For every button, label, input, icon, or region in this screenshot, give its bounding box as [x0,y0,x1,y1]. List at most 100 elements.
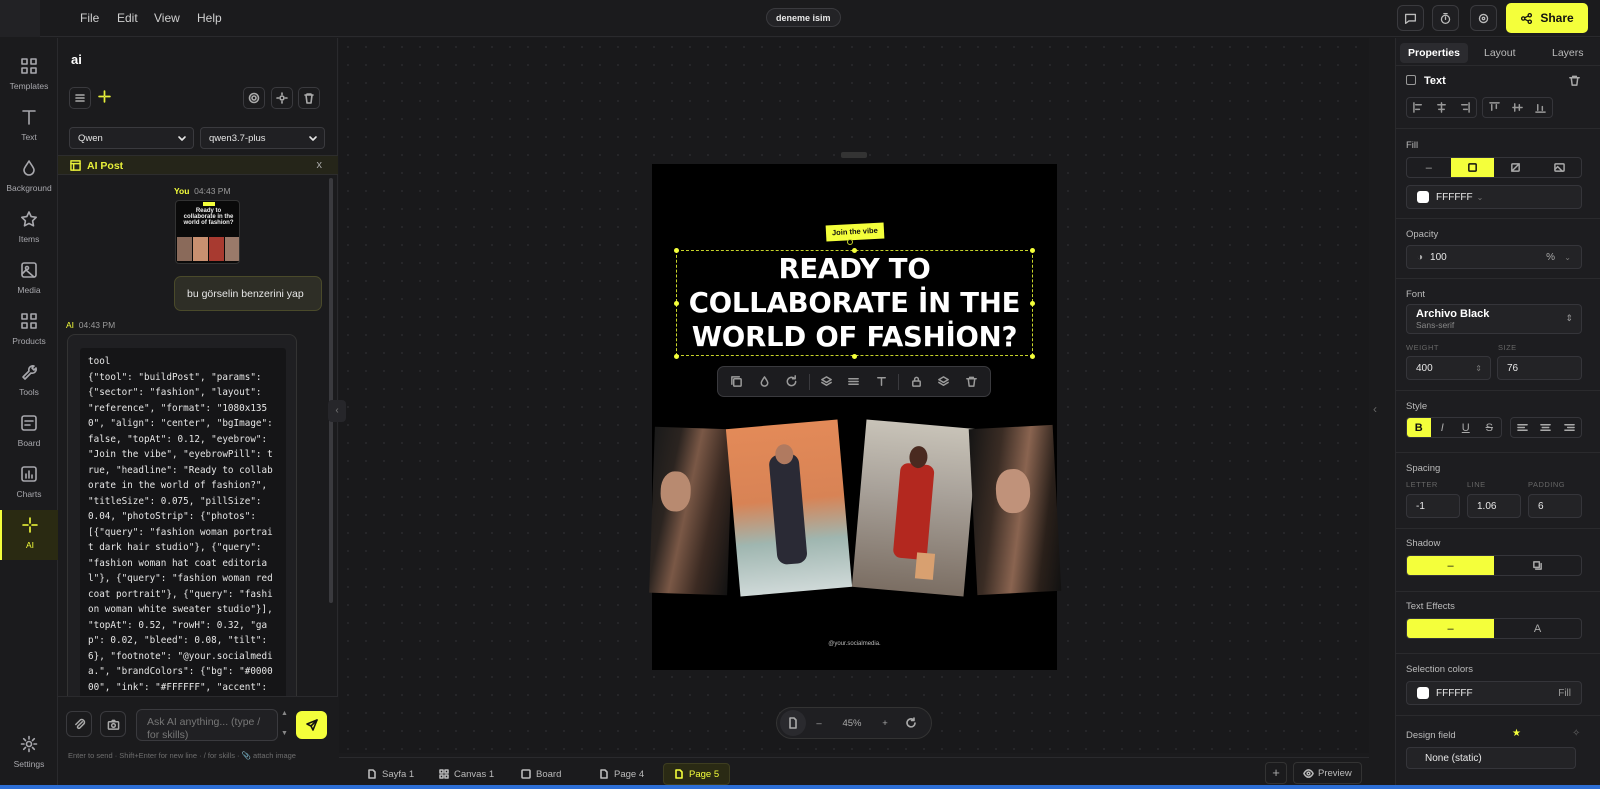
footnote-text[interactable]: @your.socialmedia. [652,641,1057,647]
input-stepper[interactable]: ▲ ▼ [280,709,289,741]
settings-button[interactable] [271,87,293,109]
app-logo[interactable] [0,0,40,37]
photo-red-coat[interactable] [851,419,979,597]
effect-none-option[interactable]: – [1407,619,1494,638]
fill-solid-option[interactable] [1450,158,1494,177]
fill-image-option[interactable] [1538,158,1582,177]
zoom-level[interactable]: 45% [832,718,872,729]
align-top-button[interactable] [1483,98,1506,117]
menu-help[interactable]: Help [197,11,222,25]
close-button[interactable]: x [317,159,323,171]
eyebrow-pill[interactable]: Join the vibe [825,222,885,242]
rail-items[interactable]: Items [0,204,58,252]
effect-option[interactable]: A [1494,619,1581,638]
rail-products[interactable]: Products [0,306,58,354]
resize-handle[interactable] [1030,354,1035,359]
collapse-chat-handle[interactable]: ‹ [328,400,346,422]
align-middle-button[interactable] [1506,98,1529,117]
zoom-in-button[interactable]: + [872,710,898,736]
rail-board[interactable]: Board [0,408,58,456]
italic-button[interactable]: I [1431,418,1455,437]
rotate-button[interactable] [779,370,805,394]
bold-button[interactable]: B [1407,418,1431,437]
tab-sayfa-1[interactable]: Sayfa 1 [357,763,424,785]
target-button[interactable] [1470,5,1497,31]
tab-layers[interactable]: Layers [1544,43,1592,63]
letter-spacing-input[interactable]: -1 [1406,494,1460,518]
rail-templates[interactable]: Templates [0,51,58,99]
selection-color-field[interactable]: FFFFFF Fill [1406,681,1582,705]
skills-button[interactable] [243,87,265,109]
align-right-button[interactable] [1453,98,1476,117]
text-align-left-button[interactable] [1511,418,1534,437]
resize-handle[interactable] [852,354,857,359]
select-checkbox[interactable] [1406,75,1416,85]
delete-element-button[interactable] [1568,74,1581,87]
send-button[interactable] [296,711,327,739]
preview-button[interactable]: Preview [1293,762,1362,784]
tab-canvas-1[interactable]: Canvas 1 [429,763,504,785]
tab-page-4[interactable]: Page 4 [589,763,654,785]
menu-file[interactable]: File [80,11,99,25]
menu-view[interactable]: View [154,11,180,25]
attach-button[interactable] [66,711,92,737]
page-view-button[interactable] [780,710,806,736]
text-align-center-button[interactable] [1534,418,1557,437]
underline-button[interactable]: U [1454,418,1478,437]
attached-image-thumbnail[interactable]: Ready to collaborate in the world of fas… [175,200,240,264]
layer-button[interactable] [931,370,957,394]
sparkle-icon[interactable] [98,90,111,103]
rail-charts[interactable]: Charts [0,459,58,507]
fill-none-option[interactable]: – [1407,158,1451,177]
rail-ai[interactable]: AI [0,510,58,560]
padding-input[interactable]: 6 [1528,494,1582,518]
zoom-out-button[interactable]: – [806,710,832,736]
camera-button[interactable] [100,711,126,737]
align-button[interactable] [841,370,867,394]
color-button[interactable] [752,370,778,394]
rail-media[interactable]: Media [0,255,58,303]
page-drag-handle[interactable] [841,152,867,158]
model-select[interactable]: qwen3.7-plus [200,127,325,149]
tab-layout[interactable]: Layout [1476,43,1524,63]
pin-icon[interactable]: ✧ [1572,728,1580,739]
lock-button[interactable] [903,370,929,394]
chat-scrollbar[interactable] [329,178,333,603]
provider-select[interactable]: Qwen [69,127,194,149]
clear-chat-button[interactable] [298,87,320,109]
share-button[interactable]: Share [1506,3,1588,33]
rail-text[interactable]: Text [0,102,58,150]
rail-tools[interactable]: Tools [0,357,58,405]
font-family-select[interactable]: Archivo Black Sans-serif ⇕ [1406,304,1582,334]
menu-button[interactable] [69,87,91,109]
photo-white-sweater[interactable] [968,424,1062,596]
menu-edit[interactable]: Edit [117,11,138,25]
photo-portrait-dark-hair[interactable] [649,426,733,596]
text-style-button[interactable] [869,370,895,394]
line-height-input[interactable]: 1.06 [1467,494,1521,518]
tab-properties[interactable]: Properties [1400,43,1468,63]
font-weight-select[interactable]: 400 ⇕ [1406,356,1491,380]
rail-background[interactable]: Background [0,153,58,201]
opacity-field[interactable]: ◑ 100 % ⌄ [1406,245,1582,269]
duplicate-button[interactable] [724,370,750,394]
shadow-none-option[interactable]: – [1407,556,1494,575]
collapse-properties-handle[interactable]: ‹ [1373,402,1377,416]
strikethrough-button[interactable]: S [1478,418,1502,437]
resize-handle[interactable] [674,354,679,359]
align-left-button[interactable] [1407,98,1430,117]
rotate-handle[interactable] [847,239,853,245]
fill-action[interactable]: Fill [1558,688,1571,699]
reset-zoom-button[interactable] [898,710,924,736]
comments-button[interactable] [1397,5,1424,31]
rail-settings[interactable]: Settings [0,729,58,777]
tab-page-5[interactable]: Page 5 [663,763,731,785]
align-bottom-button[interactable] [1529,98,1552,117]
fill-color-field[interactable]: FFFFFF ⌄ [1406,185,1582,209]
font-size-input[interactable]: 76 [1497,356,1582,380]
text-align-right-button[interactable] [1558,418,1581,437]
arrange-button[interactable] [814,370,840,394]
add-page-button[interactable]: + [1265,762,1287,784]
timer-button[interactable] [1432,5,1459,31]
ask-ai-input[interactable]: Ask AI anything... (type / for skills) [136,709,278,741]
